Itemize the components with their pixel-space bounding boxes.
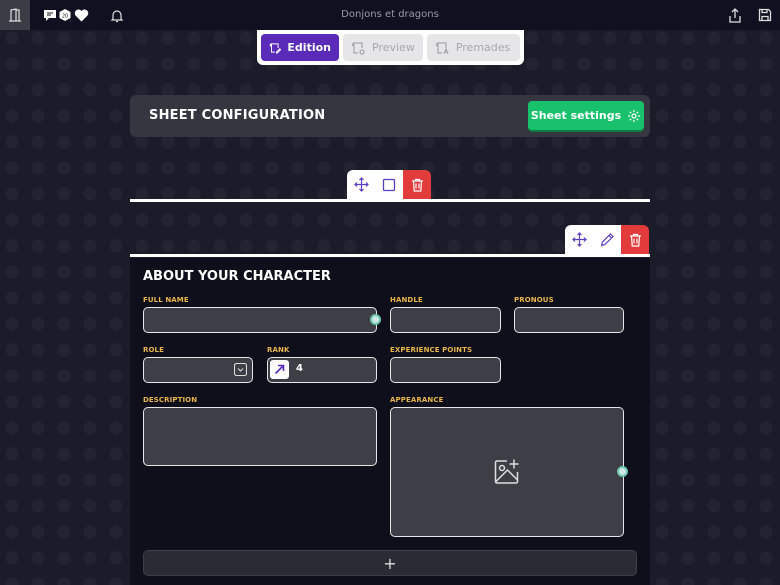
page-toolbar <box>347 170 431 199</box>
resize-handle[interactable] <box>617 466 628 477</box>
move-page-button[interactable] <box>347 170 375 199</box>
sheet-configuration-title: SHEET CONFIGURATION <box>149 108 326 123</box>
scroll-pen-icon <box>269 42 282 53</box>
app-title: Donjons et dragons <box>341 9 439 20</box>
move-section-button[interactable] <box>565 225 593 254</box>
about-character-section: ABOUT YOUR CHARACTER FULL NAME HANDLE PR… <box>130 258 650 585</box>
section-divider <box>130 254 650 257</box>
sheet-configuration-bar: SHEET CONFIGURATION Sheet settings <box>130 95 650 137</box>
pronous-label: PRONOUS <box>514 296 554 304</box>
section-toolbar <box>565 225 649 254</box>
move-icon <box>353 177 369 192</box>
move-icon <box>571 232 587 247</box>
share-icon <box>729 7 741 23</box>
plus-icon: + <box>383 553 397 573</box>
tab-preview-label: Preview <box>372 41 415 54</box>
page-divider <box>130 199 650 202</box>
sheet-settings-label: Sheet settings <box>530 109 622 122</box>
appearance-image-upload[interactable] <box>390 407 624 537</box>
gear-icon <box>628 109 641 122</box>
role-select[interactable] <box>143 357 253 383</box>
save-button[interactable] <box>757 7 773 23</box>
scroll-a-icon <box>435 41 449 54</box>
description-field[interactable] <box>143 407 377 466</box>
square-icon <box>382 178 396 191</box>
resize-handle[interactable] <box>370 314 381 325</box>
rank-value: 4 <box>296 363 303 374</box>
experience-label: EXPERIENCE POINTS <box>390 346 473 354</box>
rank-type-button[interactable] <box>270 360 289 379</box>
edit-section-button[interactable] <box>593 225 621 254</box>
description-label: DESCRIPTION <box>143 396 198 404</box>
rank-label: RANK <box>267 346 290 354</box>
trash-icon <box>629 233 641 247</box>
select-page-button[interactable] <box>375 170 403 199</box>
trash-icon <box>411 178 423 192</box>
pencil-icon <box>600 232 614 246</box>
add-row-button[interactable]: + <box>143 550 637 576</box>
appearance-label: APPEARANCE <box>390 396 444 404</box>
top-bar: 20 Donjons et dragons <box>0 0 780 30</box>
rank-field[interactable]: 4 <box>267 357 377 383</box>
arrow-up-right-icon <box>274 364 285 375</box>
section-title: ABOUT YOUR CHARACTER <box>143 269 331 284</box>
pronous-field[interactable] <box>514 307 624 333</box>
handle-field[interactable] <box>390 307 501 333</box>
experience-field[interactable] <box>390 357 501 383</box>
tab-preview[interactable]: Preview <box>343 34 423 61</box>
full-name-field[interactable] <box>143 307 377 333</box>
scroll-eye-icon <box>351 41 365 55</box>
handle-label: HANDLE <box>390 296 423 304</box>
tab-premades-label: Premades <box>455 41 511 54</box>
delete-page-button[interactable] <box>403 170 431 199</box>
sheet-settings-button[interactable]: Sheet settings <box>528 101 644 130</box>
tab-edition[interactable]: Edition <box>261 34 339 61</box>
delete-section-button[interactable] <box>621 225 649 254</box>
chevron-down-icon <box>234 363 247 376</box>
tab-premades[interactable]: Premades <box>426 34 520 61</box>
role-label: ROLE <box>143 346 164 354</box>
image-add-icon <box>494 459 519 484</box>
mode-switcher: Edition Preview Premades <box>257 30 524 65</box>
save-icon <box>758 8 772 22</box>
full-name-label: FULL NAME <box>143 296 189 304</box>
share-button[interactable] <box>727 7 743 23</box>
tab-edition-label: Edition <box>287 41 331 54</box>
